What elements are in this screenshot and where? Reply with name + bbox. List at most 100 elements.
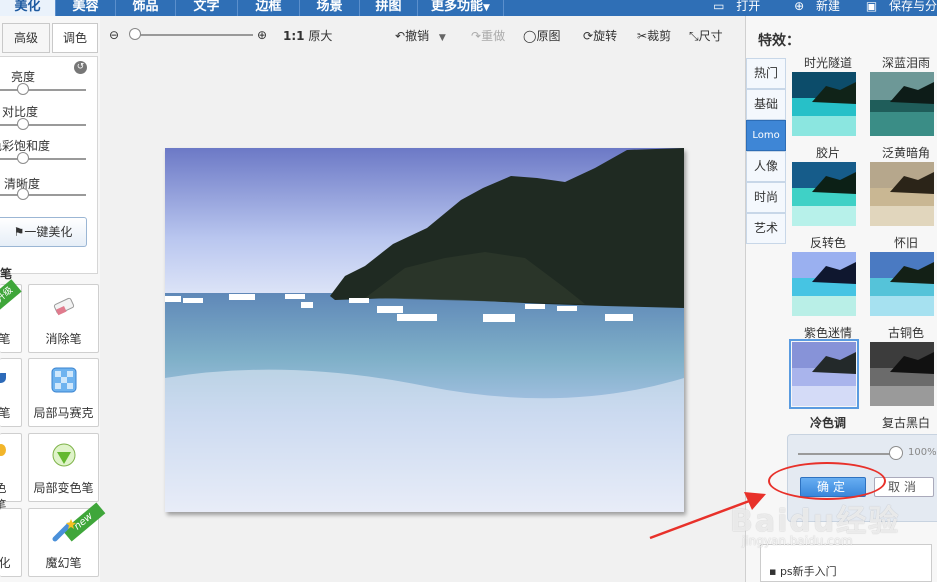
fx-film-label: 胶片 [815,146,840,160]
brightness-knob[interactable] [17,83,29,95]
redo-label: 重做 [481,29,506,43]
fx-inverted-label: 反转色 [809,236,846,250]
zoom-out-icon[interactable]: ⊖ [109,28,119,42]
fx-category-lomo[interactable]: Lomo [746,120,786,151]
nav-tab-frame[interactable]: 边框 [238,0,300,16]
one-click-label: 一键美化 [24,225,73,239]
chevron-down-icon[interactable]: ▼ [439,33,446,43]
zoom-in-icon[interactable]: ⊕ [257,28,267,42]
fx-retro-bw-label[interactable]: 复古黑白 [864,414,937,431]
help-links-box: ▪ ps新手入门 [760,544,932,582]
nav-tab-beautify[interactable]: 美化 [0,0,56,16]
actual-size-button[interactable]: 1:1 原大 [283,27,332,44]
effects-title: 特效： [758,33,800,49]
fx-bronze-thumb [870,342,934,406]
original-label: 原图 [536,29,561,43]
nav-tab-collage[interactable]: 拼图 [360,0,418,16]
watermark-url: jingyan.baidu.com [742,534,853,548]
tool-brush-2[interactable]: 笔 [0,358,22,427]
crop-label: 裁剪 [647,29,672,43]
open-label: 打开 [736,0,761,13]
contrast-slider[interactable] [0,124,86,126]
fx-cool-tone-label[interactable]: 冷色调 [786,414,870,431]
beach-photo-image [165,148,684,512]
effect-intensity-knob[interactable] [889,446,903,460]
fx-film-thumb [792,162,856,226]
fx-category-fashion[interactable]: 时尚 [746,182,786,213]
tool-local-recolor[interactable]: 局部变色笔 [28,433,99,502]
editor-toolbar: ⊖ ⊕ 1:1 原大 ↶撤销 ▼ ↷重做 ◯原图 ⟳旋转 ✂裁剪 ⤡尺寸 [105,24,740,50]
fx-category-basic[interactable]: 基础 [746,89,786,120]
fx-bronze-label: 古铜色 [887,326,924,340]
open-button[interactable]: ▭ 打开 [705,0,760,13]
crop-button[interactable]: ✂裁剪 [637,27,671,44]
magic-icon: ⚑ [13,225,25,239]
zoom-slider[interactable] [135,34,253,36]
effect-intensity-value: 100% [908,447,937,458]
resize-button[interactable]: ⤡尺寸 [689,27,723,44]
redo-button[interactable]: ↷重做 [471,27,505,44]
top-actions: ▭ 打开 ⊕ 新建 ▣ 保存与分 [697,0,937,16]
original-button[interactable]: ◯原图 [523,27,560,44]
reset-icon[interactable]: ↺ [74,61,87,74]
undo-icon: ↶ [395,29,406,43]
nav-tab-more[interactable]: 更多功能▼ [418,0,504,16]
redo-icon: ↷ [471,29,482,43]
nav-tab-decor[interactable]: 饰品 [116,0,176,16]
nav-tab-face[interactable]: 美容 [56,0,116,16]
new-button[interactable]: ⊕ 新建 [786,0,840,13]
saturation-knob[interactable] [17,152,29,164]
subtab-color[interactable]: 调色 [52,23,98,53]
nav-tab-text[interactable]: 文字 [176,0,238,16]
canvas-photo[interactable] [165,148,684,512]
fx-category-hot[interactable]: 热门 [746,58,786,89]
scissors-icon: ✂ [637,29,648,43]
original-size-label: 原大 [308,29,333,43]
zoom-knob[interactable] [129,28,141,40]
tool-eraser[interactable]: 消除笔 [28,284,99,353]
save-label: 保存与分 [888,0,937,13]
tool-transform-label: 化 [0,556,11,570]
sharpness-knob[interactable] [17,188,29,200]
paint-bucket-icon [52,443,75,467]
fx-nostalgia-thumb [870,252,934,316]
help-link-label: ps新手入门 [779,565,837,578]
save-button[interactable]: ▣ 保存与分 [858,0,937,13]
fx-category-art[interactable]: 艺术 [746,213,786,244]
plus-icon: ⊕ [794,0,805,13]
saturation-slider[interactable] [0,158,86,160]
contrast-knob[interactable] [17,118,29,130]
tool-brush-1-label: 笔 [0,332,11,346]
undo-button[interactable]: ↶撤销 ▼ [395,27,446,44]
fx-category-portrait[interactable]: 人像 [746,151,786,182]
tool-transform[interactable]: 化 [0,508,22,577]
rotate-label: 旋转 [593,29,618,43]
size-label: 尺寸 [698,29,723,43]
fx-time-tunnel-label: 时光隧道 [803,56,852,70]
fx-deep-blue-rain-label: 深蓝泪雨 [881,56,930,70]
help-link-ps-beginner[interactable]: ▪ ps新手入门 [769,563,837,579]
undo-label: 撤销 [405,29,430,43]
tool-magic-brush[interactable]: new 魔幻笔 [28,502,106,577]
tool-local-recolor-label: 局部变色笔 [33,481,94,495]
subtab-advanced[interactable]: 高级 [2,23,50,53]
fx-purple-fascination-label: 紫色迷情 [803,326,852,340]
tool-color-brush[interactable]: 色笔 [0,433,22,512]
top-nav-bar: 美化 美容 饰品 文字 边框 场景 拼图 更多功能▼ ▭ 打开 ⊕ 新建 ▣ 保… [0,0,937,16]
sharpness-slider[interactable] [0,194,86,196]
annotation-circle [768,462,886,500]
effect-intensity-slider[interactable] [798,453,896,455]
fx-inverted-thumb [792,252,856,316]
brightness-slider[interactable] [0,89,86,91]
one-click-beautify-button[interactable]: ⚑一键美化 [0,217,87,247]
rotate-icon: ⟳ [583,29,594,43]
fx-nostalgia-label: 怀旧 [893,236,918,250]
resize-icon: ⤡ [689,29,699,43]
nav-tab-scene[interactable]: 场景 [300,0,360,16]
tool-mosaic[interactable]: 局部马赛克 [28,358,99,427]
tool-brush-1[interactable]: 升级 笔 [0,279,22,353]
left-panel: 高级 调色 ↺ 亮度 对比度 色彩饱和度 清晰度 ⚑一键美化 画笔 升级 笔 消… [0,16,106,582]
ratio-label: 1:1 [283,29,305,43]
tool-eraser-label: 消除笔 [45,332,82,346]
rotate-button[interactable]: ⟳旋转 [583,27,617,44]
